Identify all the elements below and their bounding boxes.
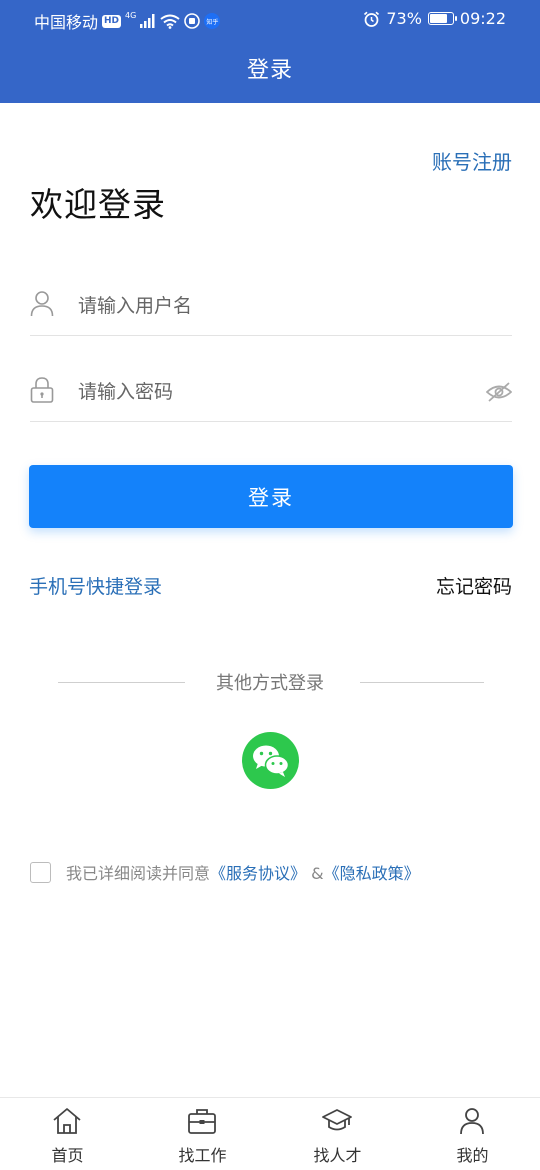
zhihu-icon: 知乎 — [204, 13, 221, 29]
tab-find-talent-label: 找人才 — [313, 1146, 362, 1165]
tab-home[interactable]: 首页 — [0, 1098, 135, 1170]
home-icon — [53, 1108, 81, 1134]
status-bar-left: 中国移动 HD 4G 知乎 — [34, 9, 221, 33]
password-input[interactable] — [78, 374, 468, 410]
tab-find-talent[interactable]: 找人才 — [270, 1098, 405, 1170]
notification-app-icon — [184, 13, 201, 29]
welcome-heading: 欢迎登录 — [30, 185, 166, 224]
wechat-login-button[interactable] — [242, 732, 299, 789]
user-icon — [460, 1108, 484, 1135]
graduation-cap-icon — [322, 1109, 352, 1131]
username-field — [30, 276, 512, 336]
briefcase-icon — [188, 1109, 216, 1134]
agreement-checkbox[interactable] — [30, 862, 51, 883]
hd-badge: HD — [102, 14, 122, 28]
battery-fill — [429, 14, 448, 23]
tab-mine-label: 我的 — [456, 1146, 489, 1165]
login-button[interactable]: 登录 — [29, 465, 513, 528]
carrier-label: 中国移动 — [34, 13, 99, 32]
forgot-password-link[interactable]: 忘记密码 — [436, 572, 512, 599]
network-type: 4G — [125, 11, 137, 20]
agreement-row: 我已详细阅读并同意《服务协议》 &《隐私政策》 — [30, 860, 520, 886]
battery-percent: 73% — [386, 9, 422, 28]
password-field — [30, 362, 512, 422]
wechat-icon — [253, 745, 290, 777]
app-header: 中国移动 HD 4G 知乎 73% 09:22 登录 — [0, 0, 540, 103]
status-bar-right: 73% 09:22 — [363, 9, 506, 28]
agreement-text: 我已详细阅读并同意《服务协议》 &《隐私政策》 — [66, 860, 420, 884]
bottom-tab-bar: 首页 找工作 找人才 我的 — [0, 1097, 540, 1170]
lock-icon — [30, 377, 54, 403]
agreement-prefix: 我已详细阅读并同意 — [66, 864, 211, 883]
tab-find-job-label: 找工作 — [178, 1146, 227, 1165]
clock: 09:22 — [459, 9, 506, 28]
tab-find-job[interactable]: 找工作 — [135, 1098, 270, 1170]
signal-icon — [140, 14, 155, 28]
agreement-connector: & — [306, 864, 324, 883]
username-input[interactable] — [78, 288, 468, 324]
tab-home-label: 首页 — [51, 1146, 84, 1165]
register-link[interactable]: 账号注册 — [432, 146, 512, 175]
page-title: 登录 — [246, 58, 293, 83]
divider-right — [360, 682, 484, 683]
battery-icon — [427, 12, 457, 25]
service-agreement-link[interactable]: 《服务协议》 — [210, 864, 306, 883]
wifi-icon — [160, 14, 180, 29]
privacy-policy-link[interactable]: 《隐私政策》 — [324, 864, 420, 883]
alarm-icon — [364, 11, 380, 27]
phone-quick-login-link[interactable]: 手机号快捷登录 — [29, 572, 162, 599]
status-bar: 中国移动 HD 4G 知乎 73% 09:22 — [0, 0, 540, 38]
tab-mine[interactable]: 我的 — [405, 1098, 540, 1170]
hide-password-icon[interactable] — [486, 380, 512, 404]
user-icon — [30, 291, 54, 317]
